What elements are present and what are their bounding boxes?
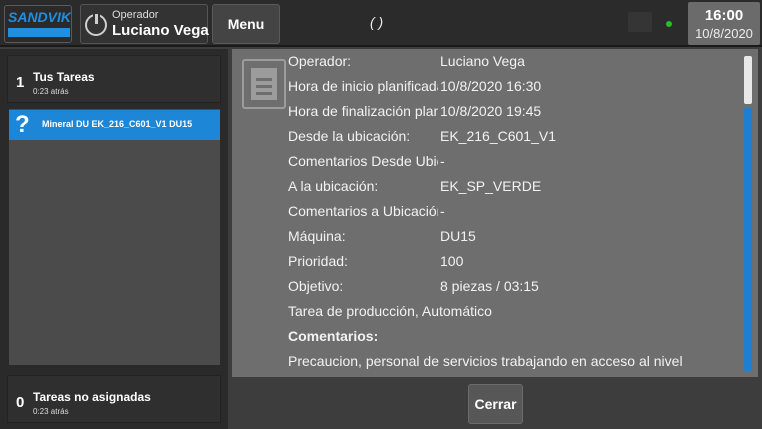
logo-text: SANDVIK <box>8 9 72 25</box>
detail-value: EK_SP_VERDE <box>440 178 542 194</box>
task-sidebar: 1 Tus Tareas 0:23 atrás ? Mineral DU EK_… <box>0 49 228 429</box>
comments-text: Precaucion, personal de servicios trabaj… <box>288 353 683 369</box>
status-text: ( ) <box>370 14 384 30</box>
detail-label: Hora de finalización planificada: <box>288 103 438 119</box>
detail-label: Máquina: <box>288 228 346 244</box>
operator-label: Operador <box>112 9 159 21</box>
task-type: Tarea de producción, Automático <box>288 303 492 319</box>
top-bar: SANDVIK Operador Luciano Vega Menu ( ) 1… <box>0 0 762 47</box>
question-icon: ? <box>15 111 30 138</box>
detail-value: DU15 <box>440 228 476 244</box>
detail-label: Prioridad: <box>288 253 348 269</box>
unassigned-count: 0 <box>16 394 25 411</box>
detail-value: 10/8/2020 16:30 <box>440 78 542 94</box>
operator-button[interactable]: Operador Luciano Vega <box>80 4 209 44</box>
detail-label: Comentarios Desde Ubicación: <box>288 153 438 169</box>
unassigned-title: Tareas no asignadas <box>33 390 151 404</box>
logo-bar <box>8 28 70 37</box>
power-icon <box>85 14 107 36</box>
operator-name: Luciano Vega <box>112 22 209 39</box>
task-item-label: Mineral DU EK_216_C601_V1 DU15 <box>42 119 193 129</box>
clock: 16:00 10/8/2020 <box>688 2 760 45</box>
detail-label: Objetivo: <box>288 278 344 294</box>
menu-button[interactable]: Menu <box>212 4 280 44</box>
detail-value: - <box>440 203 445 219</box>
close-button[interactable]: Cerrar <box>468 384 523 424</box>
detail-label: Operador: <box>288 53 352 69</box>
scrollbar-thumb[interactable] <box>744 108 752 371</box>
task-list: ? Mineral DU EK_216_C601_V1 DU15 <box>9 109 220 365</box>
document-icon <box>242 59 286 109</box>
detail-scrollbar[interactable] <box>744 56 752 371</box>
task-item-selected[interactable]: ? Mineral DU EK_216_C601_V1 DU15 <box>9 110 220 140</box>
clock-date: 10/8/2020 <box>695 26 753 41</box>
clock-time: 16:00 <box>704 7 744 24</box>
my-tasks-subtitle: 0:23 atrás <box>33 87 69 96</box>
detail-label: A la ubicación: <box>288 178 379 194</box>
unassigned-tasks-header[interactable]: 0 Tareas no asignadas 0:23 atrás <box>7 375 221 423</box>
comments-heading: Comentarios: <box>288 328 379 344</box>
detail-value: 10/8/2020 19:45 <box>440 103 542 119</box>
detail-value: 100 <box>440 253 464 269</box>
detail-label: Hora de inicio planificada: <box>288 78 438 94</box>
detail-label: Desde la ubicación: <box>288 128 411 144</box>
detail-value: EK_216_C601_V1 <box>440 128 556 144</box>
detail-label: Comentarios a Ubicación: <box>288 203 438 219</box>
detail-value: - <box>440 153 445 169</box>
connection-status-icon <box>666 21 672 27</box>
sandvik-logo: SANDVIK <box>4 5 72 43</box>
my-tasks-count: 1 <box>16 74 25 91</box>
signal-indicator <box>628 12 652 32</box>
detail-value: 8 piezas / 03:15 <box>440 278 539 294</box>
my-tasks-title: Tus Tareas <box>33 70 95 84</box>
scrollbar-track-top <box>744 56 752 104</box>
detail-value: Luciano Vega <box>440 53 525 69</box>
unassigned-subtitle: 0:23 atrás <box>33 407 69 416</box>
task-detail-panel: Operador: Luciano Vega Hora de inicio pl… <box>232 49 758 377</box>
my-tasks-header[interactable]: 1 Tus Tareas 0:23 atrás <box>7 55 221 103</box>
